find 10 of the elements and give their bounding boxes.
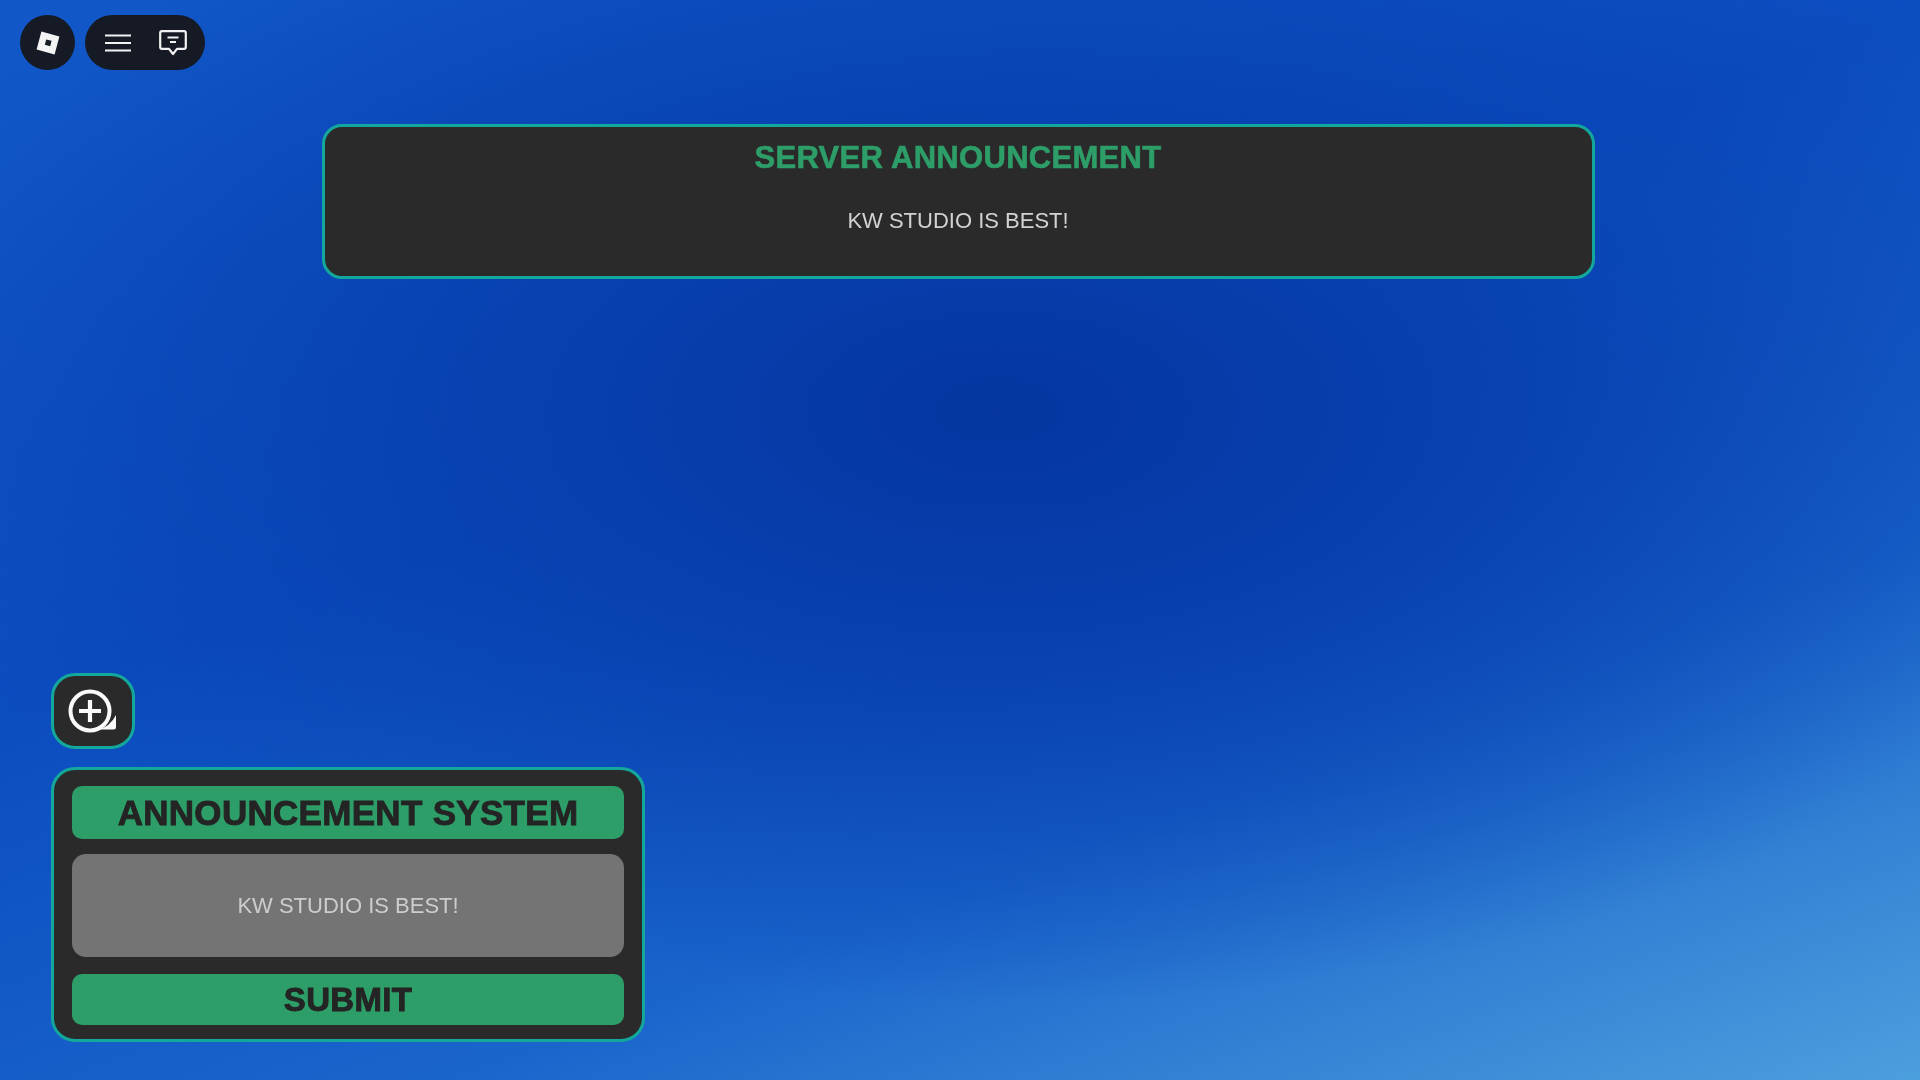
chat-icon [158,29,187,56]
message-input[interactable]: KW STUDIO IS BEST! [72,854,624,957]
panel-title: ANNOUNCEMENT SYSTEM [72,786,624,839]
add-button[interactable] [51,673,135,749]
menu-icon [104,33,131,52]
announcement-message: KW STUDIO IS BEST! [847,207,1069,235]
home-button[interactable] [20,15,75,70]
plus-bubble-icon [68,689,118,733]
submit-button[interactable]: SUBMIT [72,974,624,1025]
announcement-title: SERVER ANNOUNCEMENT [754,139,1162,177]
